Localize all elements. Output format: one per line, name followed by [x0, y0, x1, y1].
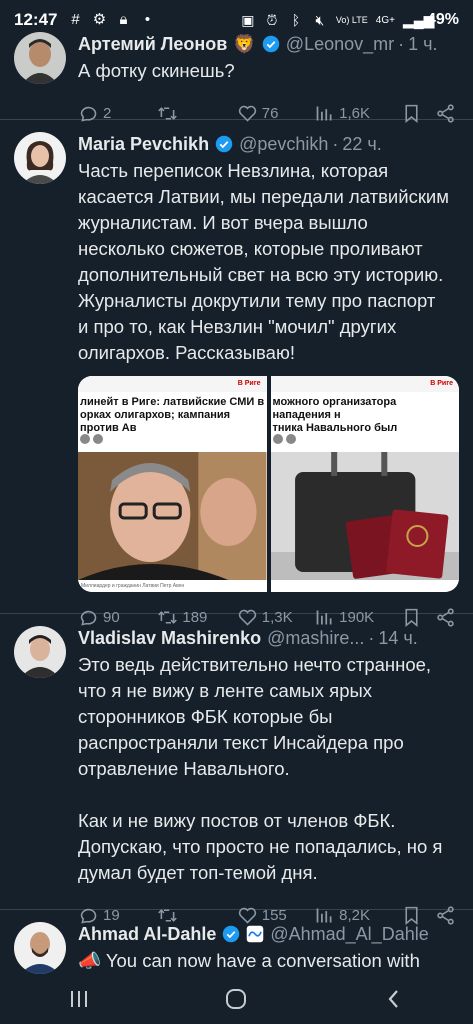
- alarm-icon: ⏰︎: [266, 12, 278, 28]
- system-indicators: ▣ ⏰︎ ᛒ 🔇︎ Vo) LTE 4G+ ▂▄▆ 49%: [240, 11, 459, 29]
- avatar[interactable]: [14, 922, 66, 974]
- tweet[interactable]: Артемий Леонов 🦁 @Leonov_mr · 1 ч. А фот…: [0, 28, 473, 123]
- passport-photo: [270, 452, 459, 580]
- verified-icon: [223, 925, 240, 943]
- tweet-header: Vladislav Mashirenko @mashire... · 14 ч.: [78, 624, 459, 652]
- lion-emoji-badge: 🦁: [233, 33, 256, 54]
- reply-count: 2: [103, 104, 112, 122]
- media-image[interactable]: В Риге линейт в Риге: латвийские СМИ в о…: [78, 376, 267, 592]
- clock: 12:47: [14, 10, 58, 29]
- social-icons: [271, 434, 460, 446]
- author-handle[interactable]: @Leonov_mr: [286, 34, 394, 55]
- tweet-media[interactable]: В Риге линейт в Риге: латвийские СМИ в о…: [78, 376, 459, 592]
- avatar[interactable]: [14, 32, 66, 84]
- author-name[interactable]: Maria Pevchikh: [78, 134, 209, 155]
- photo-caption: Миллиардер и гражданин Латвии Петр Авен: [78, 580, 267, 592]
- author-name[interactable]: Артемий Леонов: [78, 34, 227, 55]
- avatar[interactable]: [14, 132, 66, 184]
- avatar[interactable]: [14, 626, 66, 678]
- network-type: 4G+: [375, 14, 395, 26]
- volte-indicator: Vo) LTE: [335, 15, 368, 25]
- site-logo: В Риге: [78, 376, 267, 392]
- article-headline: можного организатора нападения н тника Н…: [272, 396, 398, 434]
- home-icon: [226, 989, 247, 1009]
- separator-dot: ·: [332, 133, 339, 154]
- photo-caption: [270, 580, 459, 592]
- author-name[interactable]: Vladislav Mashirenko: [78, 628, 261, 649]
- like-count: 76: [261, 104, 279, 122]
- author-handle[interactable]: @pevchikh: [239, 134, 328, 155]
- verified-icon: [215, 135, 233, 153]
- back-icon: [388, 990, 398, 1008]
- author-name[interactable]: Ahmad Al-Dahle: [78, 924, 216, 945]
- recent-apps-icon: [70, 991, 87, 1007]
- tweet-time[interactable]: 22 ч.: [342, 134, 381, 155]
- site-logo: В Риге: [270, 376, 459, 392]
- author-handle[interactable]: @mashire...: [267, 628, 364, 649]
- verified-icon: [262, 35, 280, 53]
- notification-icons: # ⚙ 🔒︎ •: [67, 12, 155, 28]
- tweet-header: Ahmad Al-Dahle @Ahmad_Al_Dahle: [78, 920, 459, 948]
- home-button[interactable]: [206, 979, 266, 1019]
- separator-dot: ·: [368, 627, 375, 648]
- author-handle[interactable]: @Ahmad_Al_Dahle: [270, 924, 428, 945]
- battery-level: 49%: [426, 11, 459, 28]
- signal-icon: ▂▄▆: [402, 12, 435, 28]
- meta-affiliate-icon: [247, 925, 264, 943]
- dot-icon: •: [144, 11, 151, 28]
- recent-apps-button[interactable]: [49, 979, 109, 1019]
- tweet[interactable]: Ahmad Al-Dahle @Ahmad_Al_Dahle 📣 You can…: [0, 910, 473, 974]
- grid-icon: #: [71, 11, 80, 28]
- tweet-header: Артемий Леонов 🦁 @Leonov_mr · 1 ч.: [78, 30, 459, 58]
- tweet-text: Это ведь действительно нечто странное, ч…: [78, 654, 443, 883]
- article-headline: линейт в Риге: латвийские СМИ в орках ол…: [80, 396, 265, 434]
- tweet-time[interactable]: 1 ч.: [408, 34, 437, 55]
- nodes-icon: ⚙: [92, 11, 107, 28]
- media-image[interactable]: В Риге можного организатора нападения н …: [270, 376, 460, 592]
- back-button[interactable]: [364, 979, 424, 1019]
- tweet-header: Maria Pevchikh @pevchikh · 22 ч.: [78, 130, 459, 158]
- lock-icon: 🔒︎: [119, 11, 128, 28]
- view-count: 1,6K: [339, 104, 370, 122]
- bluetooth-icon: ᛒ: [291, 12, 301, 28]
- tweet-text: А фотку скинешь?: [78, 60, 235, 81]
- social-icons: [78, 434, 267, 446]
- separator-dot: ·: [398, 33, 405, 54]
- tweet[interactable]: Vladislav Mashirenko @mashire... · 14 ч.…: [0, 614, 473, 925]
- tweet-time[interactable]: 14 ч.: [378, 628, 417, 649]
- timeline-feed[interactable]: Артемий Леонов 🦁 @Leonov_mr · 1 ч. А фот…: [0, 28, 473, 974]
- tweet-text: Часть переписок Невзлина, которая касает…: [78, 160, 449, 363]
- mute-icon: 🔇︎: [315, 12, 325, 28]
- portrait-photo: [78, 452, 267, 580]
- android-nav-bar: [0, 974, 473, 1024]
- tweet-text: 📣 You can now have a conversation with: [78, 950, 420, 971]
- battery-saver-icon: ▣: [241, 12, 255, 28]
- tweet[interactable]: Maria Pevchikh @pevchikh · 22 ч. Часть п…: [0, 120, 473, 627]
